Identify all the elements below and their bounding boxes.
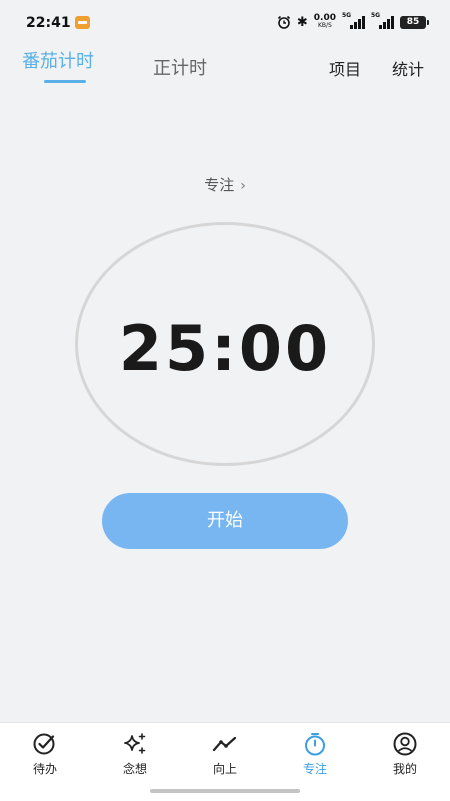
statistics-link[interactable]: 统计 [392, 56, 424, 80]
nav-label: 向上 [212, 762, 237, 776]
nav-item-todo[interactable]: 待办 [10, 731, 80, 777]
status-bar: 22:41 ✱ 0.00 KB/S 5G 5G 85 [0, 0, 450, 40]
user-circle-icon [393, 732, 417, 756]
tab-pomodoro[interactable]: 番茄计时 [22, 47, 94, 73]
nav-label: 我的 [392, 762, 417, 776]
nav-item-focus[interactable]: 专注 [280, 731, 350, 777]
projects-link[interactable]: 项目 [329, 56, 361, 80]
signal-icon: 5G [371, 12, 394, 29]
focus-label: 专注 [204, 176, 235, 194]
alarm-icon [277, 15, 290, 29]
nav-item-profile[interactable]: 我的 [370, 731, 440, 777]
tab-count-up[interactable]: 正计时 [153, 54, 207, 80]
network-speed: 0.00 KB/S [314, 14, 336, 30]
bluetooth-icon: ✱ [296, 14, 308, 30]
nav-label: 念想 [122, 762, 147, 776]
signal-icon: 5G [342, 12, 365, 29]
app-notification-icon [75, 16, 90, 29]
active-tab-indicator [44, 80, 86, 83]
nav-label: 专注 [302, 762, 327, 776]
signal-label: 5G [371, 12, 381, 19]
chevron-right-icon: › [240, 178, 246, 194]
sparkle-icon [124, 733, 146, 754]
signal-label: 5G [342, 12, 352, 19]
check-circle-icon [33, 733, 55, 755]
nav-item-thoughts[interactable]: 念想 [100, 731, 170, 777]
stopwatch-icon [305, 733, 325, 756]
nav-label: 待办 [32, 762, 57, 776]
nav-item-progress[interactable]: 向上 [190, 731, 260, 777]
home-indicator[interactable] [150, 789, 300, 793]
start-button[interactable]: 开始 [102, 493, 348, 549]
network-speed-value: 0.00 [313, 13, 336, 23]
battery-icon: 85 [400, 15, 429, 29]
trend-icon [212, 736, 237, 752]
status-indicators: ✱ 0.00 KB/S 5G 5G 85 [277, 12, 429, 32]
focus-selector[interactable]: 专注 › [0, 174, 450, 195]
network-speed-unit: KB/S [317, 22, 332, 29]
status-time: 22:41 [26, 15, 71, 31]
timer-display: 25:00 [118, 312, 332, 385]
